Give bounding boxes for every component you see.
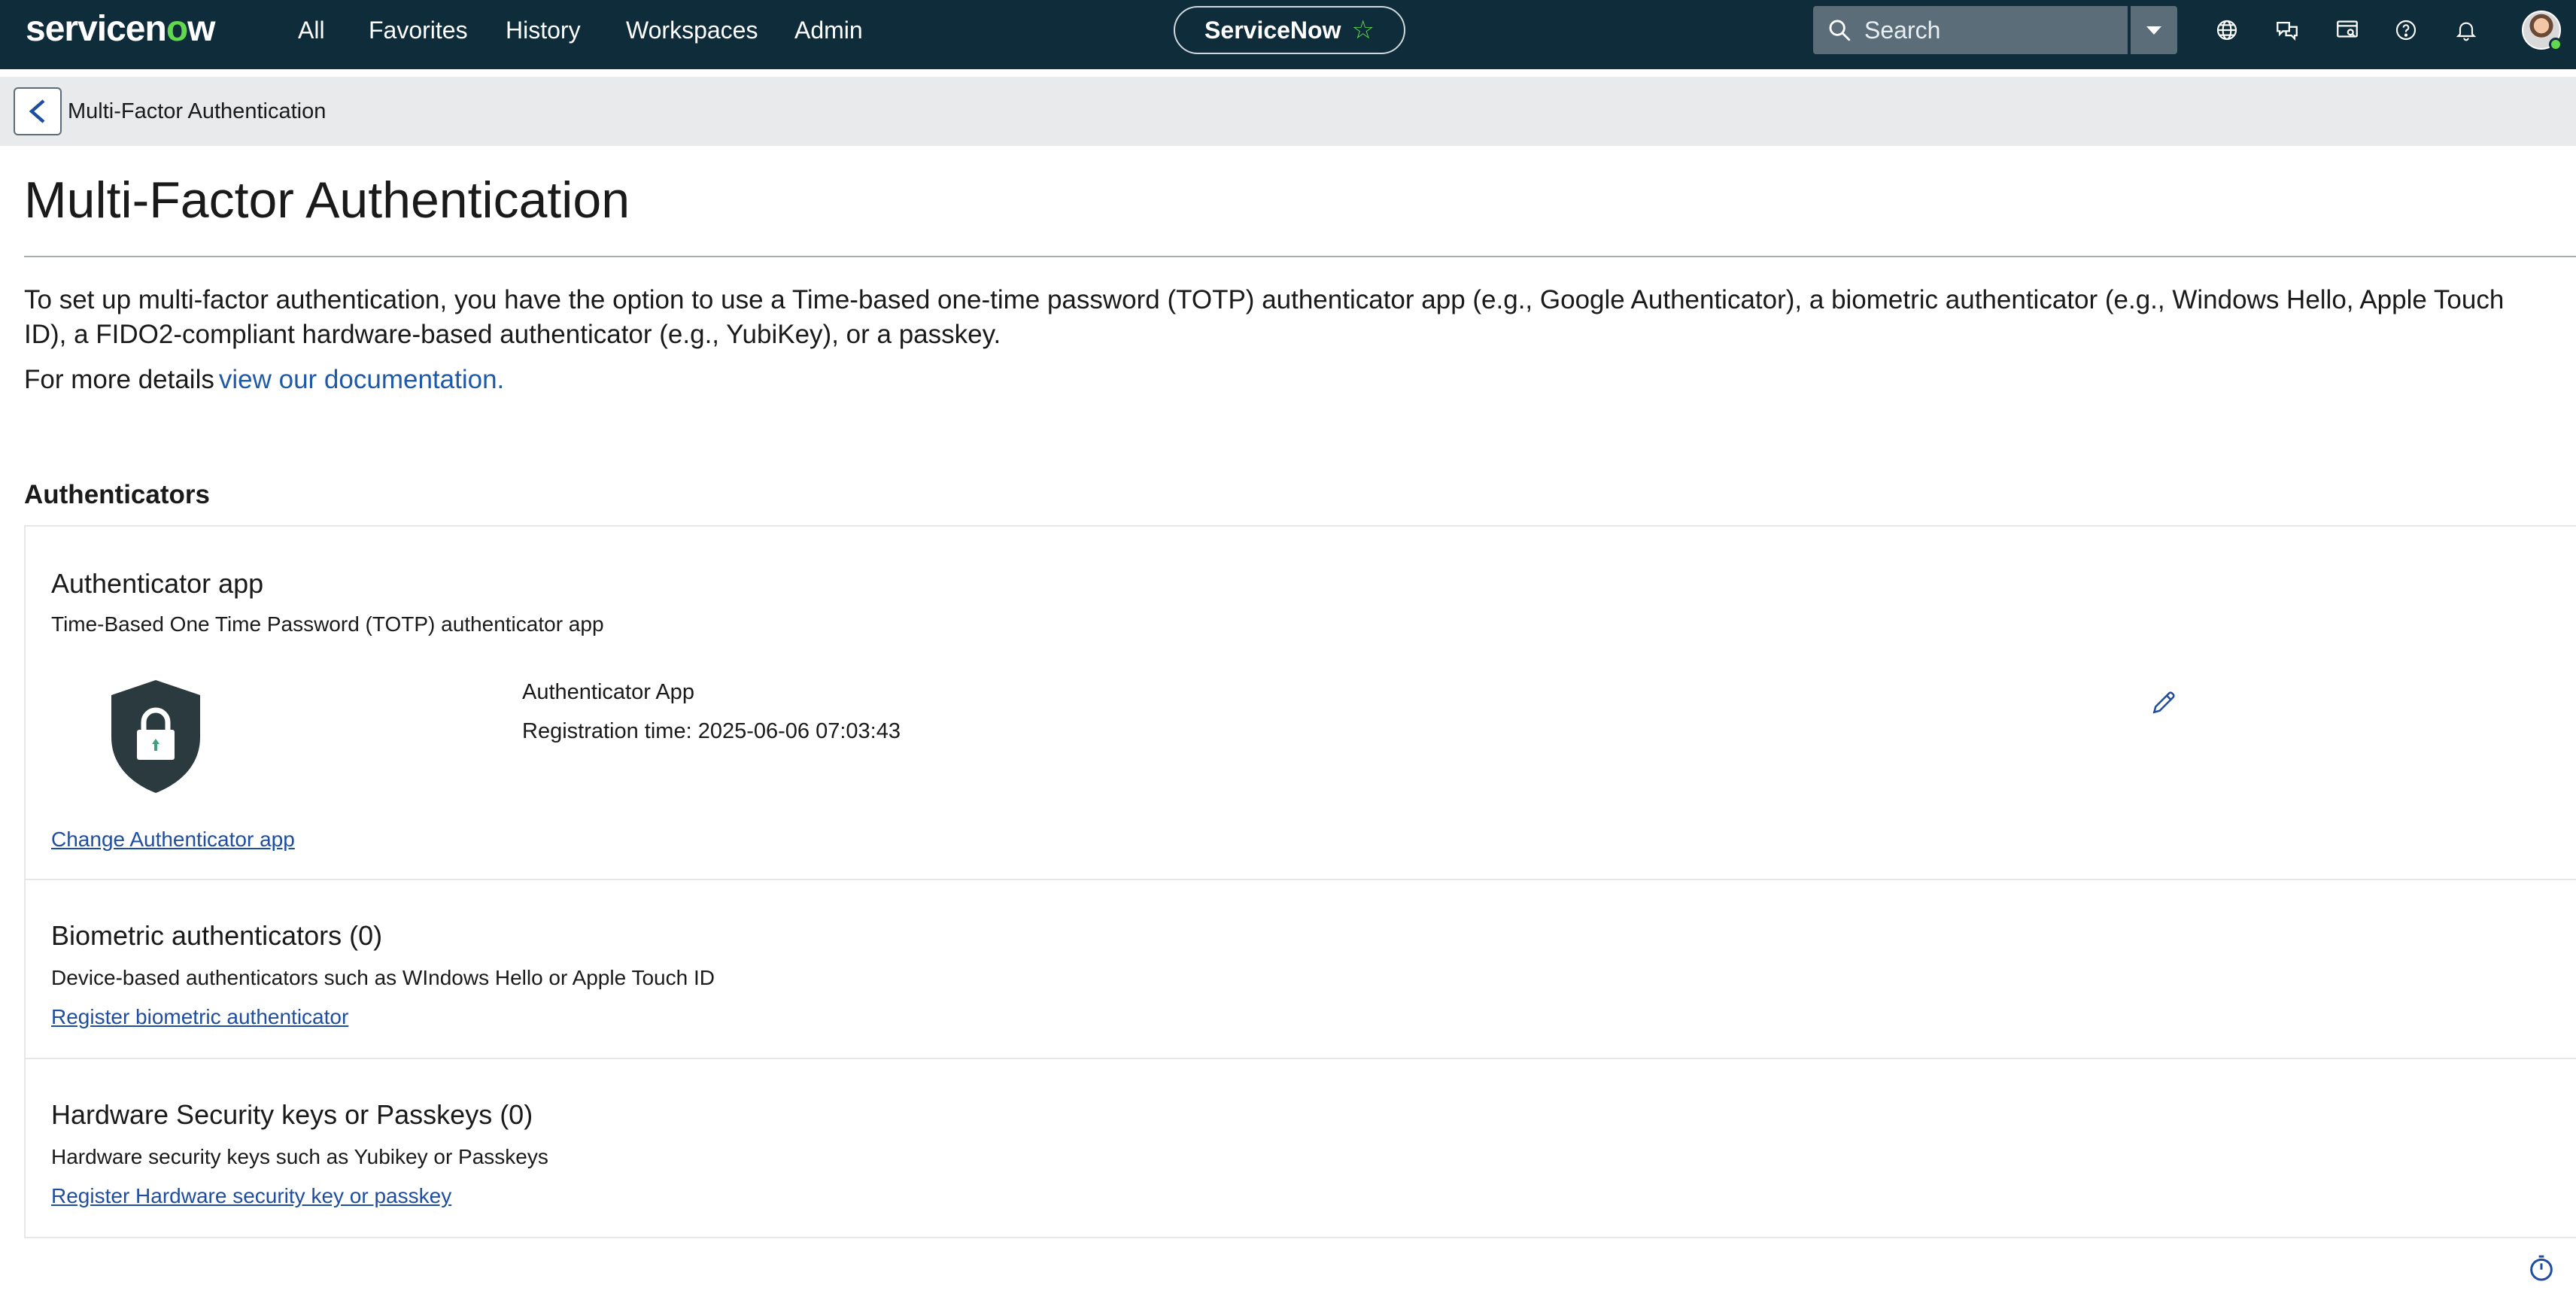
register-biometric-link[interactable]: Register biometric authenticator	[51, 1002, 348, 1032]
more-details: For more details view our documentation.	[24, 363, 504, 397]
edit-authenticator-button[interactable]	[2143, 682, 2185, 724]
pencil-icon	[2152, 691, 2175, 714]
authenticator-app-card: Authenticator app Time-Based One Time Pa…	[24, 525, 2576, 880]
title-divider	[24, 256, 2576, 257]
help-icon[interactable]	[2391, 15, 2421, 45]
hardware-key-subtitle: Hardware security keys such as Yubikey o…	[51, 1145, 548, 1168]
documentation-link[interactable]: view our documentation.	[219, 365, 504, 394]
authenticator-app-subtitle: Time-Based One Time Password (TOTP) auth…	[51, 612, 604, 636]
back-button[interactable]	[14, 87, 62, 135]
current-app-label: ServiceNow	[1204, 16, 1341, 44]
biometric-title: Biometric authenticators (0)	[51, 920, 383, 951]
search-input[interactable]	[1863, 15, 2119, 45]
caret-down-icon	[2146, 26, 2161, 35]
screen-search-icon[interactable]	[2332, 15, 2362, 45]
page-title: Multi-Factor Authentication	[24, 172, 630, 229]
star-icon[interactable]: ☆	[1351, 15, 1374, 45]
globe-icon[interactable]	[2212, 15, 2242, 45]
nav-favorites[interactable]: Favorites	[369, 14, 468, 47]
registration-time: Registration time: 2025-06-06 07:03:43	[522, 719, 901, 743]
authenticator-app-title: Authenticator app	[51, 568, 264, 599]
register-hardware-key-link[interactable]: Register Hardware security key or passke…	[51, 1181, 451, 1211]
biometric-subtitle: Device-based authenticators such as WInd…	[51, 966, 715, 989]
authenticators-heading: Authenticators	[24, 480, 210, 509]
timer-icon[interactable]	[2526, 1253, 2556, 1283]
top-navigation-bar: servicenow All Favorites History Workspa…	[0, 0, 2576, 69]
current-app-pill[interactable]: ServiceNow ☆	[1174, 6, 1405, 54]
biometric-card: Biometric authenticators (0) Device-base…	[24, 880, 2576, 1059]
more-details-prefix: For more details	[24, 365, 214, 394]
breadcrumb-title: Multi-Factor Authentication	[68, 99, 327, 123]
search-scope-dropdown[interactable]	[2131, 6, 2177, 54]
change-authenticator-link[interactable]: Change Authenticator app	[51, 825, 295, 855]
shield-lock-icon	[111, 680, 200, 793]
nav-all[interactable]: All	[298, 14, 325, 47]
device-name: Authenticator App	[522, 680, 694, 704]
search-icon	[1829, 20, 1851, 41]
hardware-key-title: Hardware Security keys or Passkeys (0)	[51, 1099, 533, 1130]
global-search	[1813, 6, 2128, 54]
chevron-left-icon	[29, 99, 45, 123]
user-avatar[interactable]	[2522, 11, 2562, 51]
nav-workspaces[interactable]: Workspaces	[626, 14, 758, 47]
breadcrumb: Multi-Factor Authentication	[0, 77, 2576, 146]
hardware-key-card: Hardware Security keys or Passkeys (0) H…	[24, 1059, 2576, 1238]
nav-history[interactable]: History	[506, 14, 581, 47]
notification-bell-icon[interactable]	[2451, 15, 2481, 45]
servicenow-logo[interactable]: servicenow	[26, 6, 215, 53]
nav-admin[interactable]: Admin	[794, 14, 863, 47]
online-status-dot	[2549, 38, 2562, 51]
intro-text: To set up multi-factor authentication, y…	[24, 285, 2505, 349]
chat-icon[interactable]	[2272, 15, 2302, 45]
